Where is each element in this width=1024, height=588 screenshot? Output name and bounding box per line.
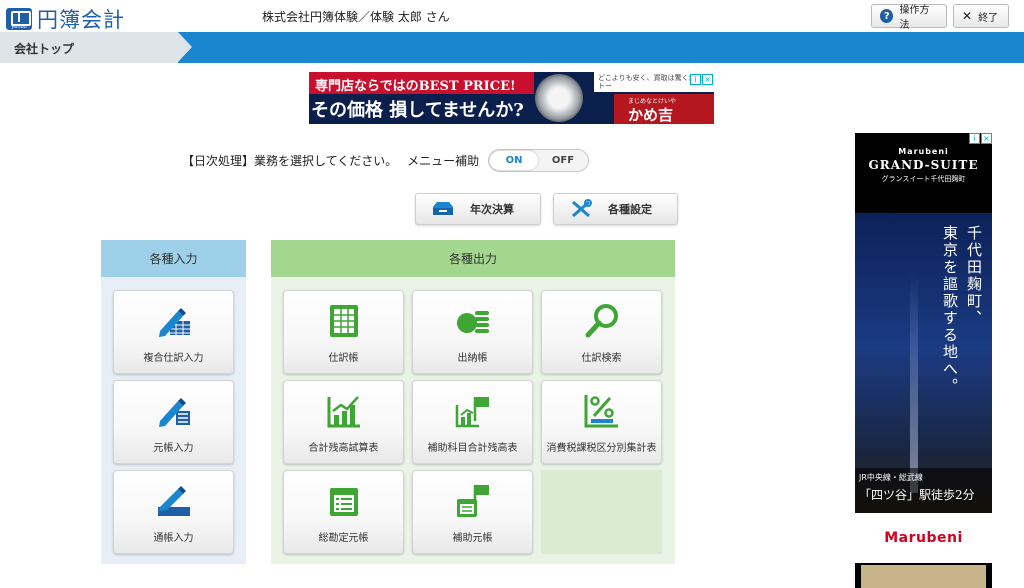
exit-label: 終了 [978, 12, 999, 24]
output-panel: 各種出力 仕訳帳 出納帳 仕訳検索 合計残高試算表 補助科目合計残高表 消費税課… [271, 240, 675, 564]
help-button[interactable]: ? 操作方法 [871, 4, 947, 31]
tile-label: 合計残高試算表 [308, 443, 379, 454]
tile-label: 消費税課税区分別集計表 [546, 443, 657, 454]
ledger-flag-icon [457, 485, 489, 517]
input-panel-title: 各種入力 [101, 240, 246, 277]
tools-icon [572, 199, 592, 218]
close-icon: ✕ [962, 9, 973, 23]
ad-shop-name: かめ吉 [628, 106, 674, 124]
ad-right-close-icon[interactable]: × [981, 133, 992, 144]
ad-right-logo: Marubeni [855, 513, 992, 563]
tray-icon [433, 202, 453, 215]
ad-right-vertical-2: 東京を謳歌する地へ。 [941, 225, 959, 395]
year-end-label: 年次決算 [470, 203, 514, 216]
cash-book-tile[interactable]: 出納帳 [412, 290, 533, 374]
pencil-grid-icon [159, 308, 190, 337]
user-name: 株式会社円簿体験／体験 太郎 さん [262, 10, 450, 24]
tile-label: 元帳入力 [153, 443, 194, 454]
breadcrumb-current[interactable]: 会社トップ [0, 32, 192, 63]
ad-right-location-line1: JR中央線・総武線 [859, 473, 923, 482]
bar-chart-icon [327, 396, 360, 428]
menu-assist-toggle[interactable]: ON OFF [488, 149, 589, 172]
breadcrumb-label: 会社トップ [14, 42, 75, 56]
app-header: yenbo 円簿会計 株式会社円簿体験／体験 太郎 さん ? 操作方法 ✕ 終了 [0, 0, 1024, 32]
instruction-text: 【日次処理】業務を選択してください。 メニュー補助 [182, 152, 479, 169]
empty-tile-slot [541, 470, 662, 554]
logo-icon: yenbo [6, 8, 32, 30]
ad-top-shop: まじめなとけいや かめ吉 [614, 94, 714, 124]
tile-label: 仕訳検索 [581, 353, 622, 364]
settings-button[interactable]: 各種設定 [553, 193, 678, 225]
app-name: 円簿会計 [37, 8, 125, 32]
journal-tile[interactable]: 仕訳帳 [283, 290, 404, 374]
ad-right-vertical-1: 千代田麹町、 [965, 225, 983, 327]
tile-label: 総勘定元帳 [318, 533, 369, 544]
tile-label: 複合仕訳入力 [143, 353, 204, 364]
banner-ad-top[interactable]: 専門店ならではのBEST PRICE! その価格 損してませんか? どこよりも安… [309, 72, 714, 124]
general-ledger-tile[interactable]: 総勘定元帳 [283, 470, 404, 554]
watch-image [535, 74, 583, 122]
chart-flag-icon [455, 397, 489, 428]
ad-right-location-line2: 「四ツ谷」駅徒歩2分 [859, 488, 975, 502]
percent-icon [584, 395, 618, 428]
compound-journal-entry-tile[interactable]: 複合仕訳入力 [113, 290, 234, 374]
tile-label: 出納帳 [457, 353, 488, 364]
ad-right-brand-big: GRAND-SUITE [868, 158, 979, 172]
instruction-message: 【日次処理】業務を選択してください。 [182, 154, 398, 168]
input-panel: 各種入力 複合仕訳入力 元帳入力 通帳入力 [101, 240, 246, 564]
pencil-card-icon [158, 486, 190, 516]
bankbook-entry-tile[interactable]: 通帳入力 [113, 470, 234, 554]
ad-right-bottom-image [861, 565, 986, 588]
sub-account-balance-tile[interactable]: 補助科目合計残高表 [412, 380, 533, 464]
breadcrumb: 会社トップ [0, 32, 1024, 63]
year-end-button[interactable]: 年次決算 [415, 193, 541, 225]
question-icon: ? [880, 9, 894, 23]
ad-right-brand-sub: グランスイート千代田麹町 [881, 175, 966, 183]
toggle-off[interactable]: OFF [539, 151, 587, 170]
spreadsheet-icon [330, 305, 358, 337]
tile-label: 補助科目合計残高表 [427, 443, 518, 454]
ad-right-brand-small: Marubeni [898, 147, 949, 156]
ad-right-location: JR中央線・総武線 「四ツ谷」駅徒歩2分 [855, 468, 992, 513]
trial-balance-tile[interactable]: 合計残高試算表 [283, 380, 404, 464]
logo-sub-text: yenbo [11, 24, 27, 30]
sub-ledger-tile[interactable]: 補助元帳 [412, 470, 533, 554]
magnifier-icon [585, 304, 618, 338]
ad-top-line2: その価格 損してませんか? [311, 100, 524, 121]
output-panel-title: 各種出力 [271, 240, 675, 277]
ad-info-icon[interactable]: i [690, 74, 701, 85]
pencil-list-icon [159, 398, 190, 427]
ledger-entry-tile[interactable]: 元帳入力 [113, 380, 234, 464]
settings-label: 各種設定 [608, 203, 652, 216]
ad-right-brand: Marubeni GRAND-SUITE グランスイート千代田麹町 [855, 147, 992, 184]
tile-label: 補助元帳 [452, 533, 493, 544]
banner-ad-right[interactable]: Marubeni GRAND-SUITE グランスイート千代田麹町 千代田麹町、… [855, 133, 992, 588]
ad-right-info-icon[interactable]: i [969, 133, 980, 144]
app-logo[interactable]: yenbo 円簿会計 [6, 4, 125, 34]
toggle-on[interactable]: ON [490, 151, 538, 170]
tile-label: 仕訳帳 [328, 353, 359, 364]
menu-assist-label: メニュー補助 [407, 154, 480, 168]
exit-button[interactable]: ✕ 終了 [953, 4, 1009, 28]
ledger-icon [330, 488, 358, 516]
coins-icon [457, 311, 489, 333]
ad-close-icon[interactable]: × [702, 74, 713, 85]
journal-search-tile[interactable]: 仕訳検索 [541, 290, 662, 374]
help-label: 操作方法 [899, 5, 930, 31]
tile-label: 通帳入力 [153, 533, 194, 544]
ad-top-line1: 専門店ならではのBEST PRICE! [309, 72, 534, 94]
consumption-tax-summary-tile[interactable]: 消費税課税区分別集計表 [541, 380, 662, 464]
